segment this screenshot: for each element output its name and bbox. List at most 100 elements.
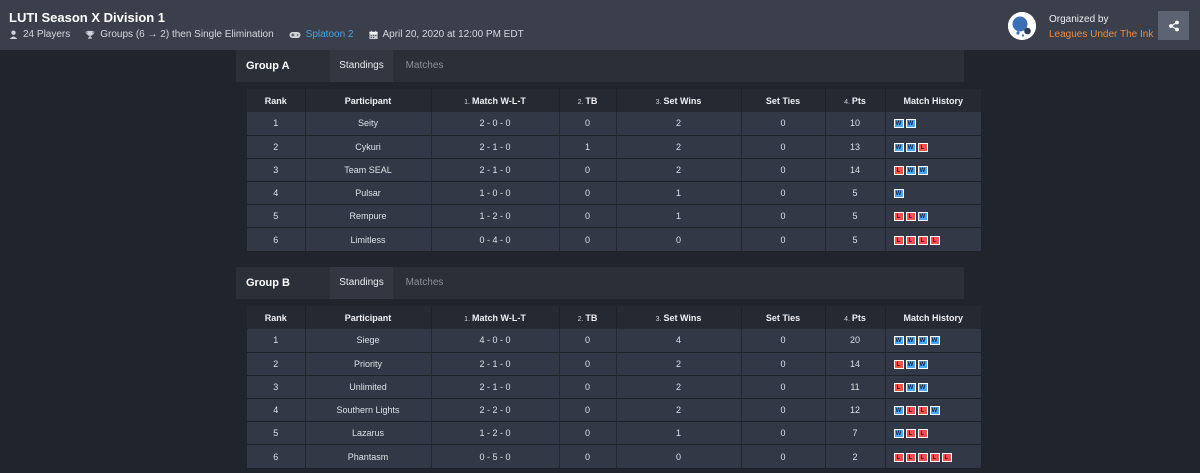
column-header-set-wins[interactable]: 3. Set Wins — [616, 306, 742, 329]
match-history: WLLW — [885, 398, 981, 423]
table-row: 1 Siege 4 - 0 - 0 0 4 0 20 W W W W — [247, 329, 981, 353]
loss-badge[interactable]: L — [941, 452, 952, 462]
participant-name[interactable]: Southern Lights — [305, 398, 432, 423]
organizer-logo[interactable] — [1008, 12, 1036, 40]
loss-badge[interactable]: L — [917, 452, 928, 462]
match-wlt-cell: 1 - 0 - 0 — [431, 181, 560, 206]
calendar-icon — [368, 30, 378, 39]
rank-cell: 6 — [247, 227, 306, 252]
win-badge[interactable]: W — [905, 359, 916, 369]
win-badge[interactable]: W — [905, 383, 916, 393]
loss-badge[interactable]: L — [905, 406, 916, 416]
match-history: WWWW — [885, 329, 981, 353]
win-badge[interactable]: W — [917, 166, 928, 176]
match-wlt-cell: 2 - 1 - 0 — [431, 135, 560, 159]
win-badge[interactable]: W — [905, 166, 916, 176]
set-ties-cell: 0 — [741, 375, 826, 400]
tab-standings[interactable]: Standings — [330, 267, 393, 299]
participant-name[interactable]: Lazarus — [305, 421, 432, 446]
tab-matches[interactable]: Matches — [397, 267, 452, 299]
column-header-match-wlt[interactable]: 1. Match W-L-T — [431, 306, 560, 329]
loss-badge[interactable]: L — [893, 212, 904, 222]
win-badge[interactable]: W — [905, 142, 916, 152]
group-b-header: Group B Standings Matches — [236, 267, 964, 299]
table-row: 3 Unlimited 2 - 1 - 0 0 2 0 11 L W W — [247, 375, 981, 400]
game-link-text[interactable]: Splatoon 2 — [306, 29, 354, 40]
match-wlt-cell: 1 - 2 - 0 — [431, 204, 560, 229]
column-header-set-wins[interactable]: 3. Set Wins — [616, 89, 742, 112]
win-badge[interactable]: W — [917, 383, 928, 393]
loss-badge[interactable]: L — [929, 452, 940, 462]
participant-name[interactable]: Phantasm — [305, 444, 432, 469]
tab-standings[interactable]: Standings — [330, 50, 393, 82]
win-badge[interactable]: W — [929, 336, 940, 346]
set-ties-cell: 0 — [741, 227, 826, 252]
column-header-tb[interactable]: 2. TB — [559, 89, 617, 112]
column-header-match-wlt[interactable]: 1. Match W-L-T — [431, 89, 560, 112]
game-link[interactable]: Splatoon 2 — [289, 29, 354, 40]
win-badge[interactable]: W — [893, 119, 904, 129]
loss-badge[interactable]: L — [905, 212, 916, 222]
win-badge[interactable]: W — [905, 119, 916, 129]
organizer-name-link[interactable]: Leagues Under The Ink — [1049, 29, 1153, 40]
loss-badge[interactable]: L — [893, 452, 904, 462]
win-badge[interactable]: W — [917, 336, 928, 346]
column-priority: 2. — [577, 315, 584, 323]
loss-badge[interactable]: L — [917, 235, 928, 245]
win-badge[interactable]: W — [893, 336, 904, 346]
participant-name[interactable]: Rempure — [305, 204, 432, 229]
column-priority: 1. — [464, 315, 471, 323]
loss-badge[interactable]: L — [905, 429, 916, 439]
column-header-tb[interactable]: 2. TB — [559, 306, 617, 329]
column-header-set-ties[interactable]: Set Ties — [741, 89, 826, 112]
win-badge[interactable]: W — [893, 429, 904, 439]
tb-cell: 0 — [559, 444, 617, 469]
win-badge[interactable]: W — [929, 406, 940, 416]
win-badge[interactable]: W — [905, 336, 916, 346]
column-header-rank[interactable]: Rank — [247, 306, 306, 329]
pts-cell: 11 — [825, 375, 886, 400]
loss-badge[interactable]: L — [917, 429, 928, 439]
column-header-set-ties[interactable]: Set Ties — [741, 306, 826, 329]
loss-badge[interactable]: L — [893, 235, 904, 245]
tb-cell: 0 — [559, 421, 617, 446]
table-row: 6 Limitless 0 - 4 - 00005LLLL — [247, 227, 981, 252]
match-history: LLW — [885, 204, 981, 229]
win-badge[interactable]: W — [893, 189, 904, 199]
column-header-pts[interactable]: 4. Pts — [825, 89, 886, 112]
column-header-match-history[interactable]: Match History — [885, 89, 981, 112]
loss-badge[interactable]: L — [917, 406, 928, 416]
participant-name[interactable]: Team SEAL — [305, 158, 432, 183]
tab-matches[interactable]: Matches — [397, 50, 452, 82]
column-header-participant[interactable]: Participant — [305, 306, 432, 329]
participant-name[interactable]: Priority — [305, 352, 432, 376]
column-label: Match W-L-T — [472, 312, 526, 323]
match-wlt-cell: 2 - 0 - 0 — [431, 112, 560, 136]
column-header-participant[interactable]: Participant — [305, 89, 432, 112]
match-history: W — [885, 181, 981, 206]
participant-name[interactable]: Unlimited — [305, 375, 432, 400]
set-ties-cell: 0 — [741, 181, 826, 206]
table-row: 3 Team SEAL 2 - 1 - 0 0 2 0 14 L W W — [247, 158, 981, 183]
win-badge[interactable]: W — [917, 212, 928, 222]
loss-badge[interactable]: L — [929, 235, 940, 245]
participant-name[interactable]: Siege — [305, 329, 432, 353]
win-badge[interactable]: W — [893, 142, 904, 152]
participant-name[interactable]: Cykuri — [305, 135, 432, 159]
share-button[interactable] — [1158, 11, 1189, 40]
set-wins-cell: 1 — [616, 204, 742, 229]
loss-badge[interactable]: L — [917, 142, 928, 152]
loss-badge[interactable]: L — [893, 383, 904, 393]
column-header-rank[interactable]: Rank — [247, 89, 306, 112]
participant-name[interactable]: Limitless — [305, 227, 432, 252]
participant-name[interactable]: Seity — [305, 112, 432, 136]
loss-badge[interactable]: L — [905, 452, 916, 462]
participant-name[interactable]: Pulsar — [305, 181, 432, 206]
loss-badge[interactable]: L — [893, 166, 904, 176]
win-badge[interactable]: W — [893, 406, 904, 416]
win-badge[interactable]: W — [917, 359, 928, 369]
loss-badge[interactable]: L — [905, 235, 916, 245]
column-header-pts[interactable]: 4. Pts — [825, 306, 886, 329]
loss-badge[interactable]: L — [893, 359, 904, 369]
column-header-match-history[interactable]: Match History — [885, 306, 981, 329]
